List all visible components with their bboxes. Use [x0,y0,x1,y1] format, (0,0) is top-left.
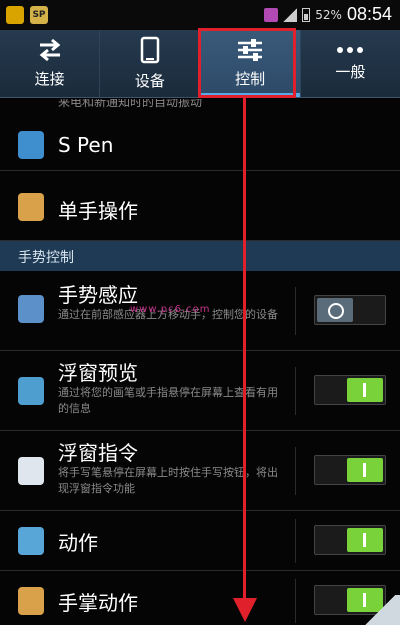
phone-icon [140,36,160,64]
watermark: www.pc6.com [130,304,211,315]
tab-general[interactable]: 一般 [301,30,400,97]
divider [295,519,296,563]
list-item-motion[interactable]: 动作 [0,511,400,571]
gesture-hand-icon [18,295,44,323]
tab-label: 设备 [134,72,165,90]
item-title: 浮窗指令 [58,441,138,465]
item-title: 动作 [58,531,98,555]
hand-icon [18,193,44,221]
settings-list: 来电和新通知时的自动振动 S Pen 单手操作 手势控制 手势感应 通过在前部感… [0,99,400,625]
section-header: 手势控制 [0,241,400,271]
notification-icon [6,6,24,24]
item-title: 浮窗预览 [58,361,138,385]
item-title: 手势感应 [58,283,138,307]
swap-arrows-icon [39,38,60,62]
divider [295,287,296,335]
tab-label: 连接 [34,70,65,88]
divider [295,579,296,623]
signal-icon [283,7,298,22]
tab-connections[interactable]: 连接 [0,30,101,97]
spen-icon [18,131,44,159]
app-badge-icon: SP [30,6,48,24]
battery-percent: 52% [315,7,342,22]
clock: 08:54 [346,4,392,24]
gesture-toggle[interactable] [314,295,386,325]
tab-label: 控制 [235,70,266,88]
divider [295,447,296,495]
item-title: 单手操作 [58,199,138,223]
motion-icon [18,527,44,555]
settings-tab-bar: 连接 设备 控制 一般 [0,30,400,98]
battery-icon [302,7,311,22]
air-view-icon [18,377,44,405]
annotation-arrow [243,97,246,603]
air-command-icon [18,457,44,485]
motion-toggle[interactable] [314,525,386,555]
tab-device[interactable]: 设备 [100,30,201,97]
more-dots-icon [337,47,364,53]
float-command-toggle[interactable] [314,455,386,485]
float-preview-toggle[interactable] [314,375,386,405]
item-title: S Pen [58,133,114,157]
list-item-palm[interactable]: 手掌动作 [0,571,400,625]
list-item-float-command[interactable]: 浮窗指令 将手写笔悬停在屏幕上时按住手写按钮，将出现浮窗指令功能 [0,431,400,511]
tab-controls[interactable]: 控制 [200,30,301,97]
partial-description: 来电和新通知时的自动振动 [58,99,203,109]
item-title: 手掌动作 [58,591,138,615]
list-item-one-hand[interactable]: 单手操作 [0,171,400,241]
home-icon [264,7,279,22]
divider [295,367,296,415]
tab-label: 一般 [335,63,366,81]
section-title: 手势控制 [18,250,74,266]
status-bar: SP 52% 08:54 [0,0,400,30]
palm-icon [18,587,44,615]
item-description: 通过将您的画笔或手指悬停在屏幕上查看有用的信息 [58,386,278,415]
page-curl [360,595,400,625]
arrow-head-icon [233,598,257,622]
list-item-spen[interactable]: S Pen [0,119,400,171]
item-description: 将手写笔悬停在屏幕上时按住手写按钮，将出现浮窗指令功能 [58,466,278,495]
sliders-icon [238,39,263,61]
list-item-float-preview[interactable]: 浮窗预览 通过将您的画笔或手指悬停在屏幕上查看有用的信息 [0,351,400,431]
